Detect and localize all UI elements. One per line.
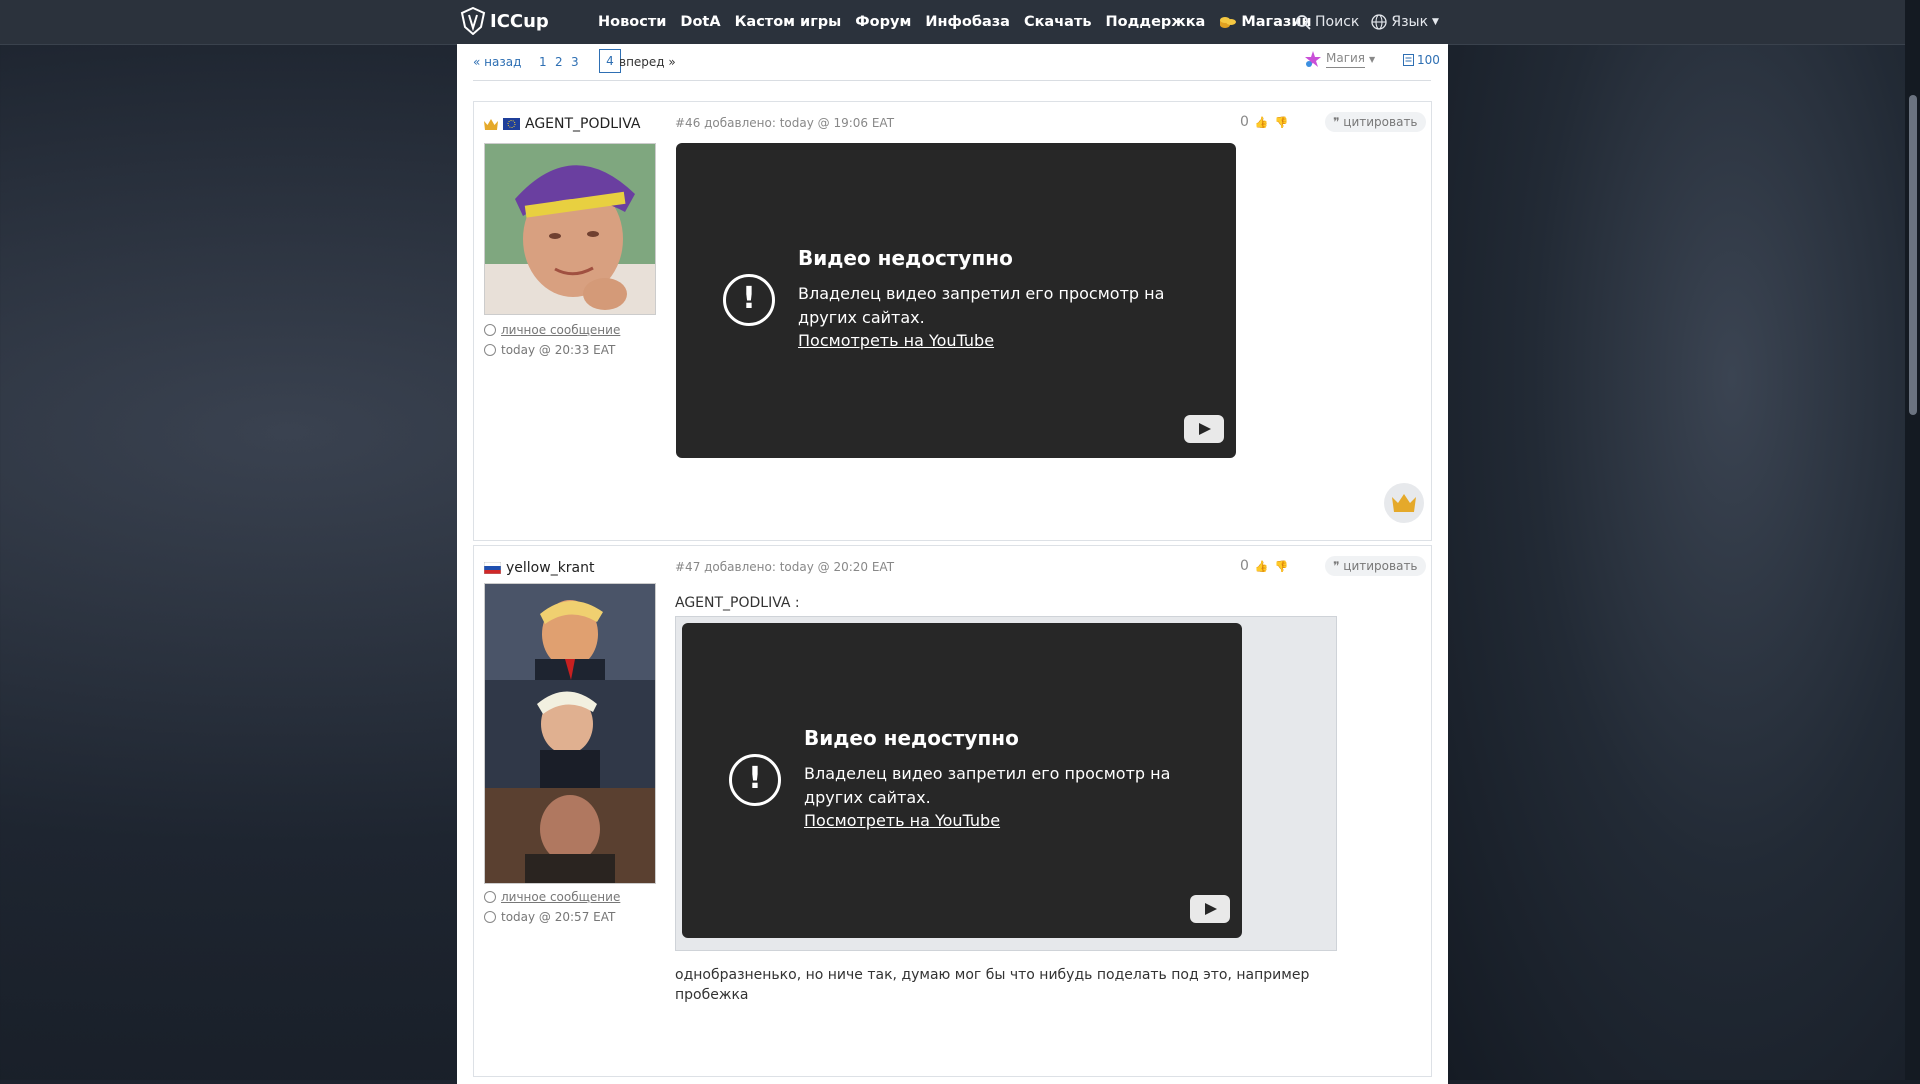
language-dropdown[interactable]: Язык ▼ [1371,14,1439,30]
quote-icon: ❞ [1333,559,1340,573]
clock-icon [484,344,496,356]
watch-on-youtube-link[interactable]: Посмотреть на YouTube [798,331,994,350]
nav-dota[interactable]: DotA [680,14,720,30]
post-author: yellow_krant [484,560,595,576]
quote-icon: ❞ [1333,115,1340,129]
youtube-icon[interactable] [1184,415,1224,443]
posts-per-page-value: 100 [1417,53,1440,67]
quote-button[interactable]: ❞ цитировать [1325,112,1426,132]
magic-dropdown[interactable]: Магия ▼ [1304,50,1375,68]
thumbs-up-icon[interactable]: 👍 [1255,116,1269,129]
post-votes: 0 👍 👎 [1240,558,1288,574]
private-message-link[interactable]: личное сообщение [501,323,620,337]
magic-icon [1305,51,1321,67]
quote-label: цитировать [1343,559,1418,573]
language-label: Язык [1391,14,1429,30]
pager-forward-link[interactable]: вперед » [619,55,676,69]
post-votes: 0 👍 👎 [1240,114,1288,130]
coins-icon [1220,17,1237,28]
ru-flag-icon [484,562,501,574]
private-message-link[interactable]: личное сообщение [501,890,620,904]
message-icon [484,891,496,903]
embedded-video[interactable]: ! Видео недоступно Владелец видео запрет… [682,623,1242,938]
quote-button[interactable]: ❞ цитировать [1325,556,1426,576]
quote-block: ! Видео недоступно Владелец видео запрет… [675,616,1337,951]
vote-count: 0 [1240,558,1249,574]
nav-right: Поиск Язык ▼ [1296,0,1439,44]
crown-icon [1392,494,1416,512]
chevron-down-icon: ▼ [1369,54,1376,64]
main-nav: Новости DotA Кастом игры Форум Инфобаза … [598,0,1312,44]
post-body-text: однобразненько, но ниче так, думаю мог б… [675,967,1310,1003]
pager-back-link[interactable]: « назад [473,55,521,69]
page-scrollbar[interactable] [1905,0,1920,1080]
video-message: Владелец видео запретил его просмотр на … [804,764,1171,807]
pagination-bar: « назад 1 2 3 4 вперед » Магия ▼ 100 [473,44,1440,81]
thumbs-down-icon[interactable]: 👎 [1275,116,1289,129]
pager-current-page: 4 [599,49,621,73]
search-label: Поиск [1315,14,1360,30]
nav-news[interactable]: Новости [598,14,666,30]
forum-post-46: AGENT_PODLIVA личное сообщение today @ 2… [473,101,1432,541]
post-header: #47 добавлено: today @ 20:20 EAT [675,560,895,574]
last-seen: today @ 20:57 EAT [501,910,616,924]
youtube-icon[interactable] [1190,895,1230,923]
logo-shield-icon [460,7,486,35]
author-meta: личное сообщение today @ 20:57 EAT [484,890,620,930]
username[interactable]: yellow_krant [506,560,595,576]
chevron-down-icon: ▼ [1432,17,1439,27]
username[interactable]: AGENT_PODLIVA [525,116,640,132]
thumbs-up-icon[interactable]: 👍 [1255,560,1269,573]
logo-text: ICCup [490,10,549,32]
vote-count: 0 [1240,114,1249,130]
pager-page-2[interactable]: 2 [555,55,563,69]
clock-icon [484,911,496,923]
nav-forum[interactable]: Форум [855,14,911,30]
forum-post-47: yellow_krant личное сообщение today @ 20… [473,545,1432,1077]
background-art-right [1450,0,1920,1080]
list-icon [1403,54,1414,66]
post-header: #46 добавлено: today @ 19:06 EAT [675,116,895,130]
quote-label: цитировать [1343,115,1418,129]
post-author: AGENT_PODLIVA [484,116,640,132]
avatar-image [485,144,655,314]
alert-icon: ! [723,274,775,326]
video-title: Видео недоступно [798,246,1013,270]
magic-label: Магия [1326,51,1366,68]
forum-content: « назад 1 2 3 4 вперед » Магия ▼ 100 AGE… [457,44,1448,1084]
search-button[interactable]: Поиск [1296,14,1359,30]
embedded-video[interactable]: ! Видео недоступно Владелец видео запрет… [676,143,1236,458]
author-crown-badge [1384,483,1424,523]
pager-page-1[interactable]: 1 [539,55,547,69]
nav-infobase[interactable]: Инфобаза [925,14,1010,30]
nav-support[interactable]: Поддержка [1106,14,1206,30]
author-meta: личное сообщение today @ 20:33 EAT [484,323,620,363]
avatar-image [485,584,655,883]
video-title: Видео недоступно [804,726,1019,750]
message-icon [484,324,496,336]
nav-download[interactable]: Скачать [1024,14,1092,30]
nav-custom-games[interactable]: Кастом игры [735,14,842,30]
last-seen: today @ 20:33 EAT [501,343,616,357]
site-logo[interactable]: ICCup [460,7,549,35]
video-message: Владелец видео запретил его просмотр на … [798,284,1165,327]
posts-per-page[interactable]: 100 [1403,53,1440,67]
crown-icon [484,118,498,130]
avatar[interactable] [484,143,656,315]
watch-on-youtube-link[interactable]: Посмотреть на YouTube [804,811,1000,830]
alert-icon: ! [729,754,781,806]
globe-icon [1371,14,1388,30]
pager-page-3[interactable]: 3 [571,55,579,69]
search-icon [1296,14,1311,30]
eu-flag-icon [503,118,520,130]
thumbs-down-icon[interactable]: 👎 [1275,560,1289,573]
scrollbar-thumb[interactable] [1909,95,1917,415]
top-navbar: ICCup Новости DotA Кастом игры Форум Инф… [0,0,1905,45]
avatar[interactable] [484,583,656,884]
quoted-author: AGENT_PODLIVA : [675,595,800,611]
